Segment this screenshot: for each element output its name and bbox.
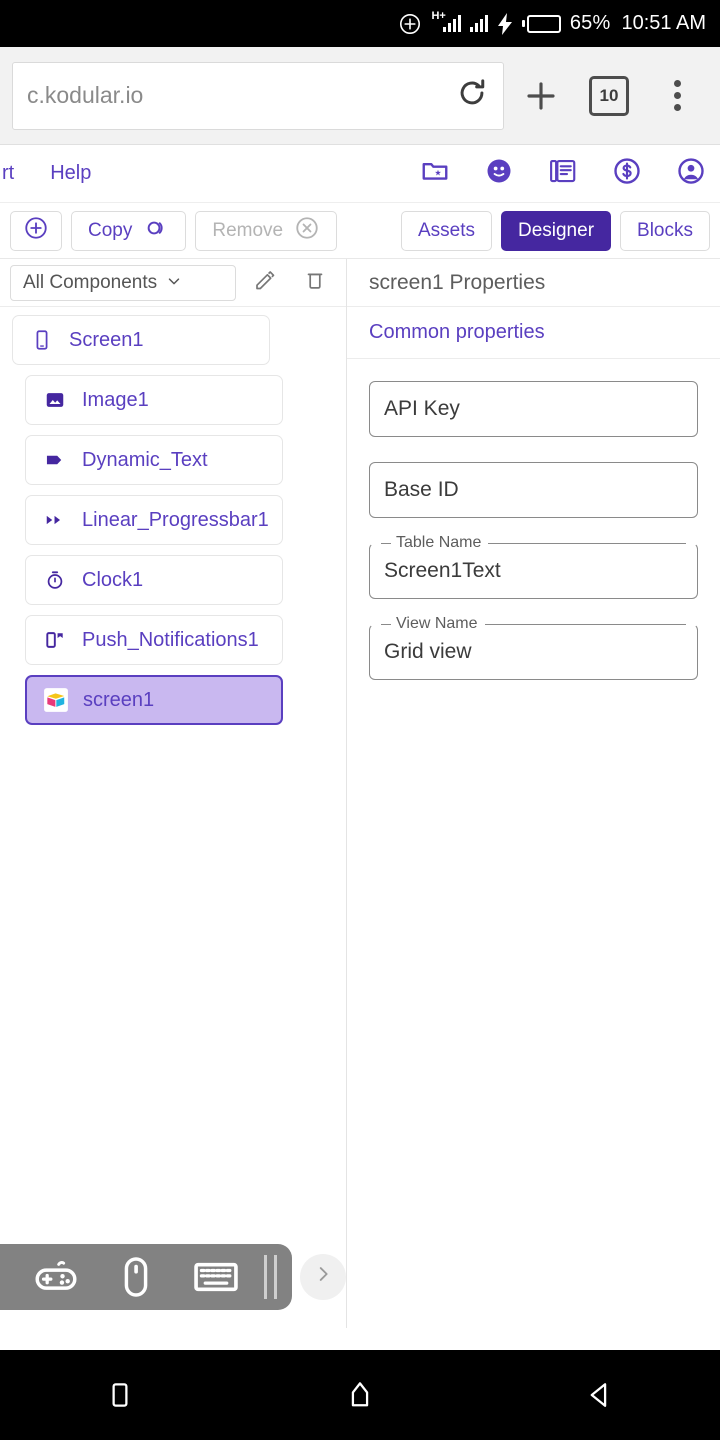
url-text[interactable]: c.kodular.io [27,82,455,109]
back-button[interactable] [540,1350,660,1440]
screen-root: H+ 65% 10:51 AM c.kodular.io [0,0,720,1440]
keyboard-icon[interactable] [176,1244,256,1310]
account-icon[interactable] [676,156,706,191]
component-tree-pane: All Components [0,259,347,1328]
floating-toolbar-expand-button[interactable] [300,1254,346,1300]
component-filter-dropdown[interactable]: All Components [10,265,236,301]
pencil-icon [253,268,277,297]
community-icon[interactable] [484,156,514,191]
battery-percent-label: 65% [570,12,611,35]
signal-bars-icon-sim2 [470,15,488,32]
new-tab-button[interactable] [510,62,572,130]
tree-item-label: Image1 [82,389,149,412]
add-component-button[interactable] [10,211,62,251]
tree-item-linear-progressbar1[interactable]: Linear_Progressbar1 [25,495,283,545]
tab-designer-label: Designer [518,220,594,242]
remove-circle-icon [294,215,320,247]
gamepad-icon[interactable] [16,1244,96,1310]
tab-count-label: 10 [589,76,629,116]
tree-item-label: Screen1 [69,329,144,352]
url-bar[interactable]: c.kodular.io [12,62,504,130]
copy-button[interactable]: Copy [71,211,186,251]
table-name-input[interactable]: Screen1Text [369,543,698,599]
kebab-menu-icon [674,80,681,111]
clock-label: 10:51 AM [621,12,706,35]
api-key-field[interactable]: API Key [369,381,698,437]
network-type-label: H+ [431,11,445,22]
designer-body: All Components [0,259,720,1328]
view-name-input[interactable]: Grid view [369,624,698,680]
signal-bars-icon: H+ [431,15,460,32]
tree-item-label: Dynamic_Text [82,449,208,472]
tree-item-dynamic-text[interactable]: Dynamic_Text [25,435,283,485]
image-icon [42,387,68,413]
properties-title: screen1 Properties [347,259,720,307]
fast-forward-icon [42,507,68,533]
phone-icon [29,327,55,353]
properties-section-header[interactable]: Common properties [347,307,720,359]
trash-icon [303,268,327,297]
tree-item-label: screen1 [83,689,154,712]
tab-blocks-label: Blocks [637,220,693,242]
kodular-menu-bar: rt Help [0,145,720,203]
tree-item-push-notifications1[interactable]: Push_Notifications1 [25,615,283,665]
designer-action-toolbar: Copy Remove Assets Designer [0,203,720,259]
android-status-bar: H+ 65% 10:51 AM [0,0,720,47]
chevron-right-icon [312,1263,334,1291]
battery-icon [522,15,561,33]
remove-button-label: Remove [212,220,283,242]
delete-component-button[interactable] [294,263,336,303]
charging-bolt-icon [497,13,513,35]
tree-item-label: Clock1 [82,569,143,592]
properties-pane: screen1 Properties Common properties API… [347,259,720,1328]
floating-input-toolbar[interactable] [0,1244,292,1310]
push-notification-icon [42,627,68,653]
api-key-input[interactable]: API Key [369,381,698,437]
copy-icon [143,215,169,247]
copy-button-label: Copy [88,220,132,242]
reload-icon[interactable] [455,76,489,115]
tab-assets-label: Assets [418,220,475,242]
android-nav-bar [0,1350,720,1440]
view-name-field[interactable]: View Name Grid view [369,624,698,680]
tree-item-screen1-airtable[interactable]: screen1 [25,675,283,725]
tree-item-image1[interactable]: Image1 [25,375,283,425]
drag-grip[interactable] [264,1255,277,1299]
chevron-down-icon [165,272,183,293]
table-name-field[interactable]: Table Name Screen1Text [369,543,698,599]
remove-button[interactable]: Remove [195,211,337,251]
menu-item-help[interactable]: Help [50,162,91,185]
tree-item-label: Linear_Progressbar1 [82,509,269,532]
tree-item-label: Push_Notifications1 [82,629,259,652]
browser-menu-button[interactable] [646,62,708,130]
my-projects-icon[interactable] [420,156,450,191]
tab-assets[interactable]: Assets [401,211,492,251]
properties-field-list: API Key Base ID Table Name Screen1Text [347,359,720,702]
tree-item-clock1[interactable]: Clock1 [25,555,283,605]
component-filter-label: All Components [23,272,157,294]
tree-item-screen1[interactable]: Screen1 [12,315,270,365]
tab-switcher-button[interactable]: 10 [578,62,640,130]
plus-circle-icon [398,12,422,36]
recents-button[interactable] [60,1350,180,1440]
tab-blocks[interactable]: Blocks [620,211,710,251]
home-button[interactable] [300,1350,420,1440]
docs-icon[interactable] [548,156,578,191]
browser-toolbar: c.kodular.io 10 [0,47,720,145]
mouse-icon[interactable] [96,1244,176,1310]
component-tree-header: All Components [0,259,346,307]
rename-component-button[interactable] [244,263,286,303]
airtable-icon [43,687,69,713]
stopwatch-icon [42,567,68,593]
monetization-icon[interactable] [612,156,642,191]
tab-designer[interactable]: Designer [501,211,611,251]
menu-item-export-clipped[interactable]: rt [2,162,14,185]
add-circle-icon [23,215,49,247]
label-tag-icon [42,447,68,473]
base-id-input[interactable]: Base ID [369,462,698,518]
component-tree-list: Screen1 Image1 [0,307,346,735]
base-id-field[interactable]: Base ID [369,462,698,518]
